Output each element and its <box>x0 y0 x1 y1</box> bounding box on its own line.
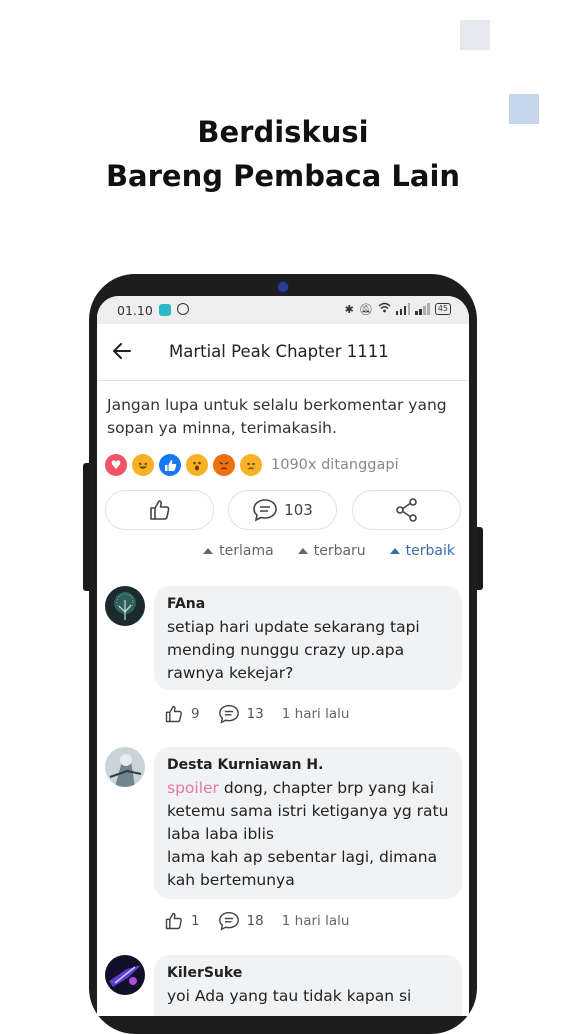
comment-line: rawnya kekejar? <box>167 664 294 682</box>
comments-button[interactable]: 103 <box>228 490 337 530</box>
avatar[interactable] <box>105 747 145 787</box>
comment-line: kah bertemunya <box>167 871 295 889</box>
bluetooth-icon: ✱ <box>344 302 354 316</box>
caret-up-icon <box>203 548 214 554</box>
caret-up-icon <box>297 548 308 554</box>
comment-reply-button[interactable]: 13 <box>218 704 264 724</box>
avatar[interactable] <box>105 955 145 995</box>
reaction-summary[interactable]: ♥ 1090x ditanggapi <box>105 454 399 476</box>
heart-icon: ♥ <box>105 454 127 476</box>
thumb-up-icon <box>149 500 169 520</box>
like-count: 9 <box>191 706 200 722</box>
comment-time: 1 hari lalu <box>281 706 350 722</box>
action-bar: 103 <box>105 490 462 530</box>
sort-best[interactable]: terbaik <box>389 543 455 559</box>
sad-icon <box>240 454 262 476</box>
whatsapp-icon <box>177 303 189 315</box>
status-time: 01.10 <box>117 303 153 318</box>
front-camera <box>278 282 288 292</box>
comment-time: 1 hari lalu <box>281 913 350 929</box>
sort-newest[interactable]: terbaru <box>297 543 366 559</box>
comment-bubble-icon <box>253 499 277 522</box>
wow-icon <box>186 454 208 476</box>
battery-icon: 45 <box>434 303 451 315</box>
comment-count: 103 <box>284 501 313 519</box>
comment-bubble-icon <box>218 911 239 931</box>
reply-count: 13 <box>246 706 264 722</box>
signal-icon <box>395 303 411 315</box>
caret-up-icon <box>389 548 400 554</box>
comment-line: yoi Ada yang tau tidak kapan si <box>167 987 412 1005</box>
sort-oldest[interactable]: terlama <box>203 543 274 559</box>
app-bar: Martial Peak Chapter 1111 <box>97 324 469 381</box>
wifi-icon <box>378 302 391 316</box>
like-icon <box>159 454 181 476</box>
comment-line: spoiler dong, chapter brp yang kai <box>167 779 435 797</box>
promo-headline: Berdiskusi Bareng Pembaca Lain <box>0 110 566 198</box>
comment-bubble-icon <box>218 704 239 724</box>
comment-meta: 9 13 1 hari lalu <box>164 704 349 724</box>
mute-icon: 🔕︎ <box>358 302 373 316</box>
commenter-name[interactable]: KilerSuke <box>167 965 450 981</box>
app-notification-icon <box>159 304 171 316</box>
share-icon <box>395 498 417 522</box>
commenter-name[interactable]: Desta Kurniawan H. <box>167 757 450 773</box>
share-button[interactable] <box>352 490 461 530</box>
comment-line: ketemu sama istri ketiganya yg ratu <box>167 802 449 820</box>
chapter-title: Martial Peak Chapter 1111 <box>169 342 389 361</box>
headline-line-2: Bareng Pembaca Lain <box>105 159 461 193</box>
like-button[interactable] <box>105 490 214 530</box>
comment-text: yoi Ada yang tau tidak kapan si <box>167 985 450 1008</box>
comment-bubble: FAna setiap hari update sekarang tapi me… <box>154 586 462 690</box>
comment-line: lama kah ap sebentar lagi, dimana <box>167 848 438 866</box>
thumb-up-icon <box>165 705 182 723</box>
comment-bubble: Desta Kurniawan H. spoiler dong, chapter… <box>154 747 462 899</box>
status-bar: 01.10 ✱ 🔕︎ 45 <box>97 296 469 324</box>
comment-line: mending nunggu crazy up.apa <box>167 641 405 659</box>
reaction-count: 1090x ditanggapi <box>271 457 399 473</box>
comment-line: laba laba iblis <box>167 825 274 843</box>
decor-square-gray <box>460 20 490 50</box>
comment-text: spoiler dong, chapter brp yang kai ketem… <box>167 777 450 892</box>
spoiler-tag[interactable]: spoiler <box>167 779 219 797</box>
back-arrow-icon[interactable] <box>111 340 133 362</box>
comment-like-button[interactable]: 9 <box>164 704 200 724</box>
laugh-icon <box>132 454 154 476</box>
comment-meta: 1 18 1 hari lalu <box>164 911 349 931</box>
avatar[interactable] <box>105 586 145 626</box>
comment-like-button[interactable]: 1 <box>164 911 200 931</box>
reply-count: 18 <box>246 913 264 929</box>
comment-reply-button[interactable]: 18 <box>218 911 264 931</box>
headline-line-1: Berdiskusi <box>197 115 369 149</box>
commenter-name[interactable]: FAna <box>167 596 450 612</box>
angry-icon <box>213 454 235 476</box>
status-indicators: ✱ 🔕︎ 45 <box>345 302 451 316</box>
thumb-up-icon <box>165 912 182 930</box>
comment-line: setiap hari update sekarang tapi <box>167 618 420 636</box>
phone-screen: 01.10 ✱ 🔕︎ 45 Martial Peak Chapter 1111 … <box>97 296 469 1016</box>
signal-2-icon <box>415 303 430 315</box>
comment-guideline-notice: Jangan lupa untuk selalu berkomentar yan… <box>107 396 447 437</box>
like-count: 1 <box>191 913 200 929</box>
sort-options: terlama terbaru terbaik <box>203 543 455 559</box>
comment-text: setiap hari update sekarang tapi mending… <box>167 616 450 685</box>
